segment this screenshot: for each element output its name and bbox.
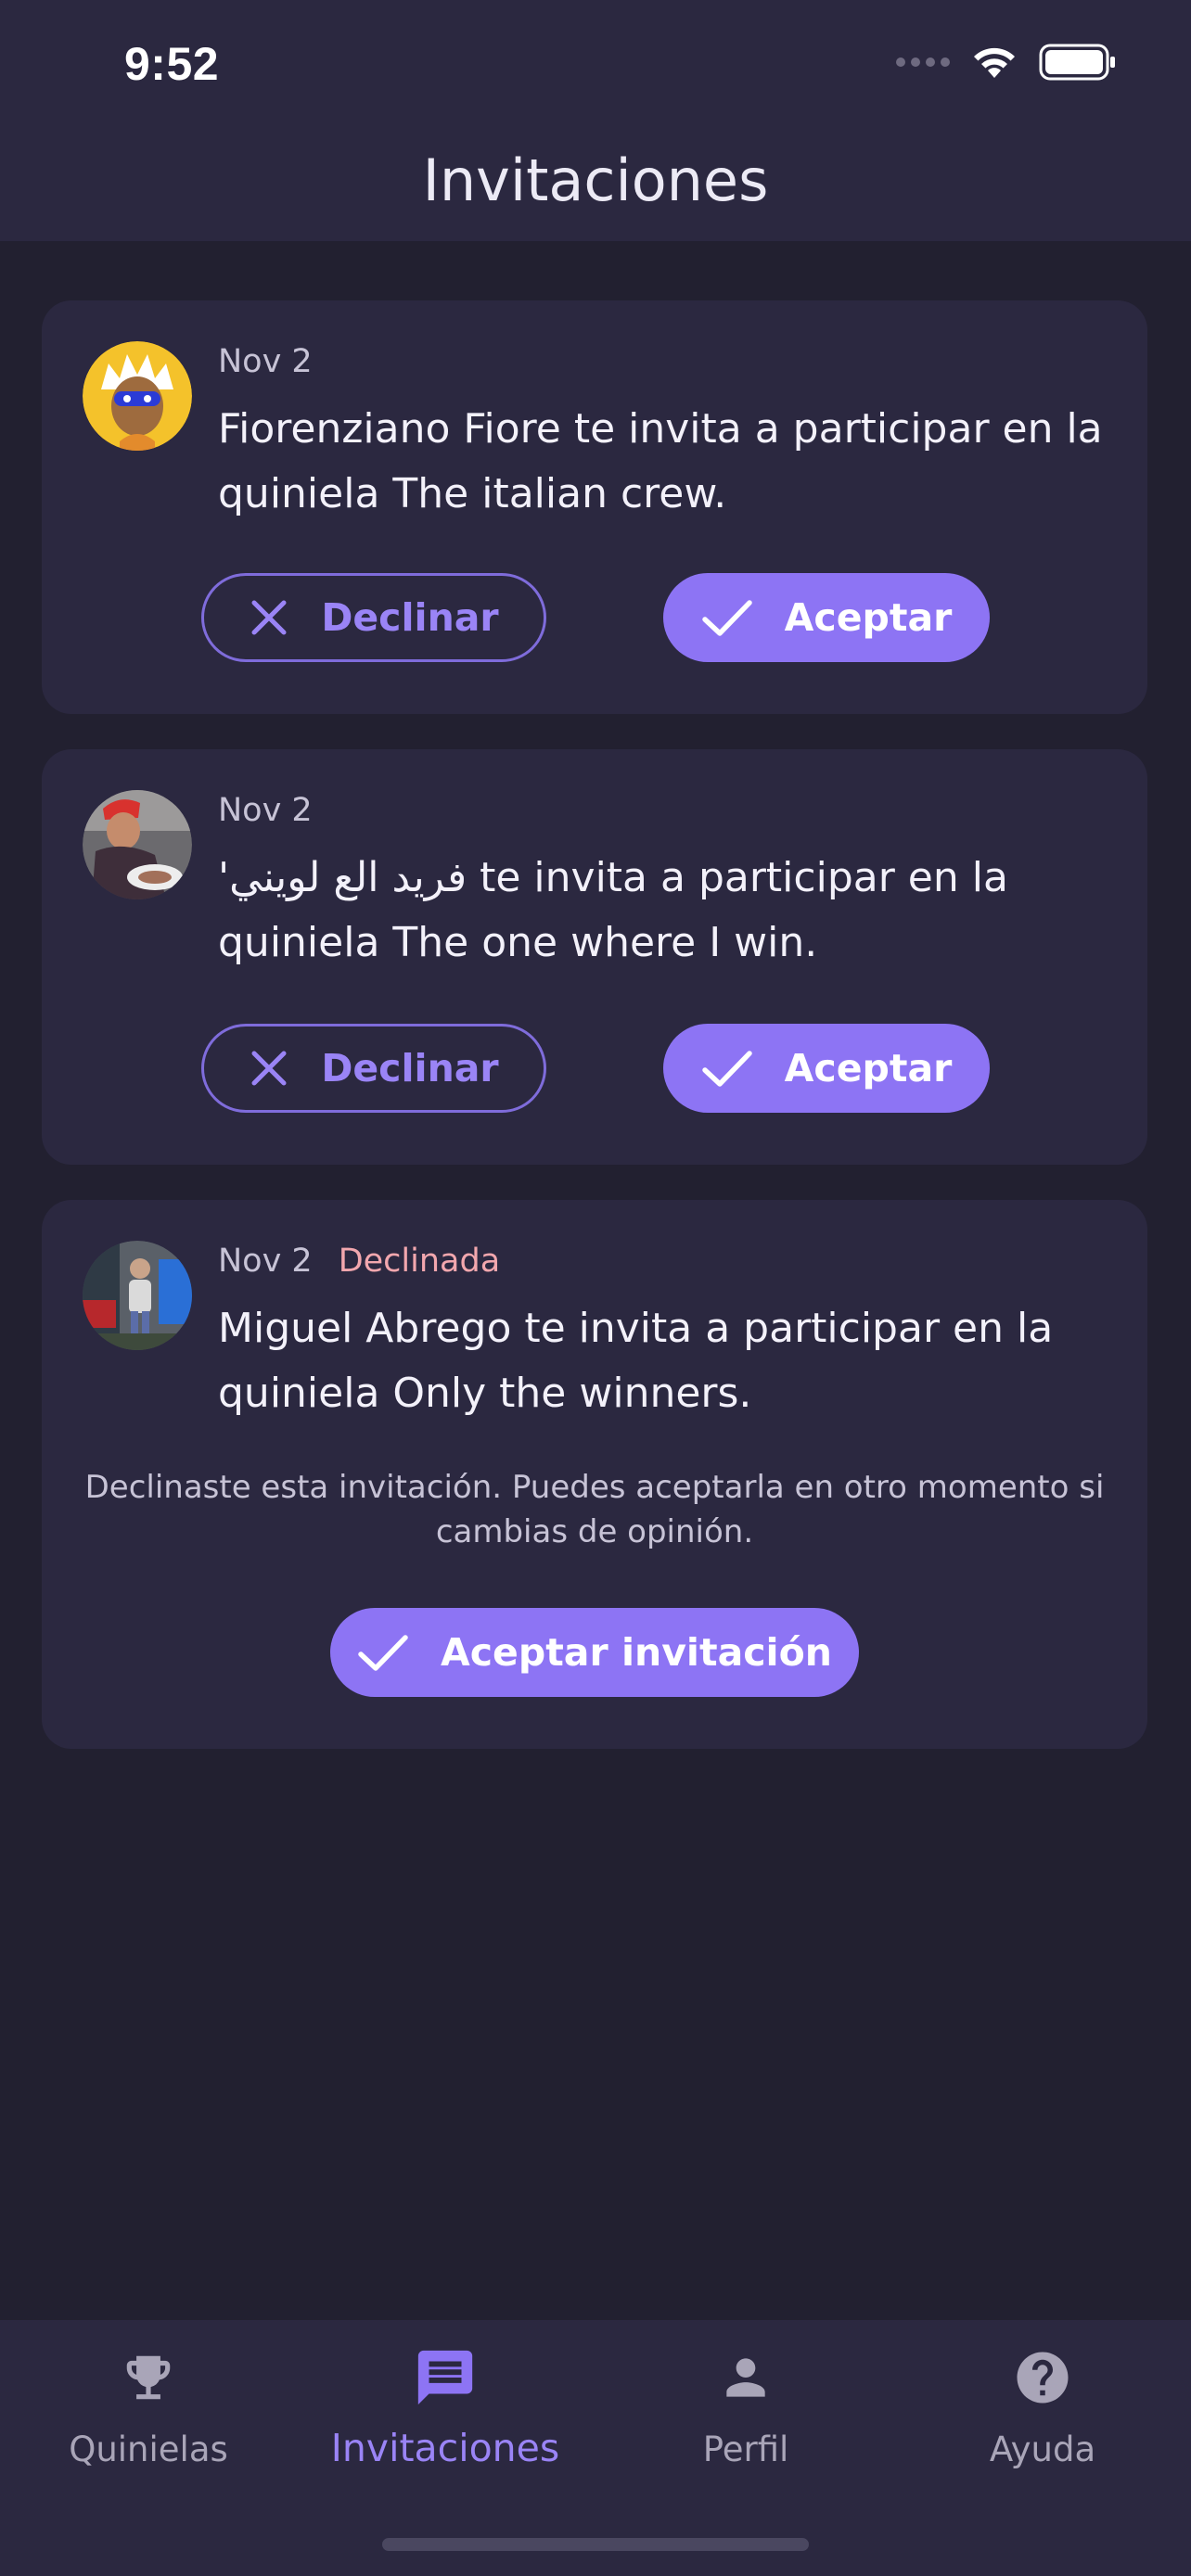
decline-button-label: Declinar xyxy=(321,595,499,640)
declined-status-label: Declinada xyxy=(338,1243,501,1280)
check-icon xyxy=(701,1051,752,1087)
avatar xyxy=(83,341,192,451)
invitation-message: 'فريد الع لويني te invita a participar e… xyxy=(218,854,1008,966)
trophy-icon xyxy=(126,2355,171,2400)
accept-button[interactable]: Aceptar xyxy=(663,1024,990,1113)
nav-label: Ayuda xyxy=(989,2429,1096,2469)
message-icon xyxy=(417,2350,473,2405)
invitation-card: Nov 2 'فريد الع لويني te invita a partic… xyxy=(42,749,1147,1165)
status-icons xyxy=(896,43,1117,82)
top-app-bar: 9:52 Invitaciones xyxy=(0,0,1191,241)
invitation-meta: Nov 2 xyxy=(218,792,313,829)
wifi-icon xyxy=(974,47,1015,78)
accept-button-label: Aceptar xyxy=(784,1046,953,1090)
nav-item-invitaciones[interactable]: Invitaciones xyxy=(297,2342,594,2470)
check-icon xyxy=(358,1635,408,1671)
nav-item-quinielas[interactable]: Quinielas xyxy=(0,2342,297,2469)
battery-icon xyxy=(1039,44,1115,81)
decline-button[interactable]: Declinar xyxy=(201,1024,546,1113)
person-icon xyxy=(726,2358,765,2397)
invitation-date: Nov 2 xyxy=(218,1243,313,1280)
nav-label: Quinielas xyxy=(69,2429,228,2469)
accept-button[interactable]: Aceptar xyxy=(663,573,990,662)
invitation-date: Nov 2 xyxy=(218,343,313,380)
help-icon xyxy=(1017,2352,1069,2404)
decline-button[interactable]: Declinar xyxy=(201,573,546,662)
cellular-signal-icon xyxy=(896,57,950,67)
invitation-card-declined: Nov 2 Declinada Miguel Abrego te invita … xyxy=(42,1200,1147,1749)
invitation-date: Nov 2 xyxy=(218,792,313,829)
check-icon xyxy=(701,600,752,636)
nav-label: Perfil xyxy=(702,2429,789,2469)
accept-invitation-label: Aceptar invitación xyxy=(441,1630,832,1675)
invitation-card: Nov 2 Fiorenziano Fiore te invita a part… xyxy=(42,300,1147,714)
avatar xyxy=(83,790,192,899)
invitation-message: Miguel Abrego te invita a participar en … xyxy=(218,1305,1054,1417)
avatar xyxy=(83,1241,192,1350)
nav-label: Invitaciones xyxy=(330,2426,560,2470)
home-indicator xyxy=(382,2538,809,2551)
close-icon xyxy=(251,600,287,635)
invitation-meta: Nov 2 Declinada xyxy=(218,1243,500,1280)
decline-button-label: Declinar xyxy=(321,1046,499,1090)
invitation-meta: Nov 2 xyxy=(218,343,313,380)
nav-item-perfil[interactable]: Perfil xyxy=(597,2342,894,2469)
declined-note: Declinaste esta invitación. Puedes acept… xyxy=(84,1469,1105,1550)
accept-button-label: Aceptar xyxy=(784,595,953,640)
accept-invitation-button[interactable]: Aceptar invitación xyxy=(330,1608,859,1697)
status-time: 9:52 xyxy=(124,38,220,90)
invitation-message: Fiorenziano Fiore te invita a participar… xyxy=(218,405,1103,517)
nav-item-ayuda[interactable]: Ayuda xyxy=(894,2342,1191,2469)
page-title: Invitaciones xyxy=(422,147,769,214)
close-icon xyxy=(251,1051,287,1086)
